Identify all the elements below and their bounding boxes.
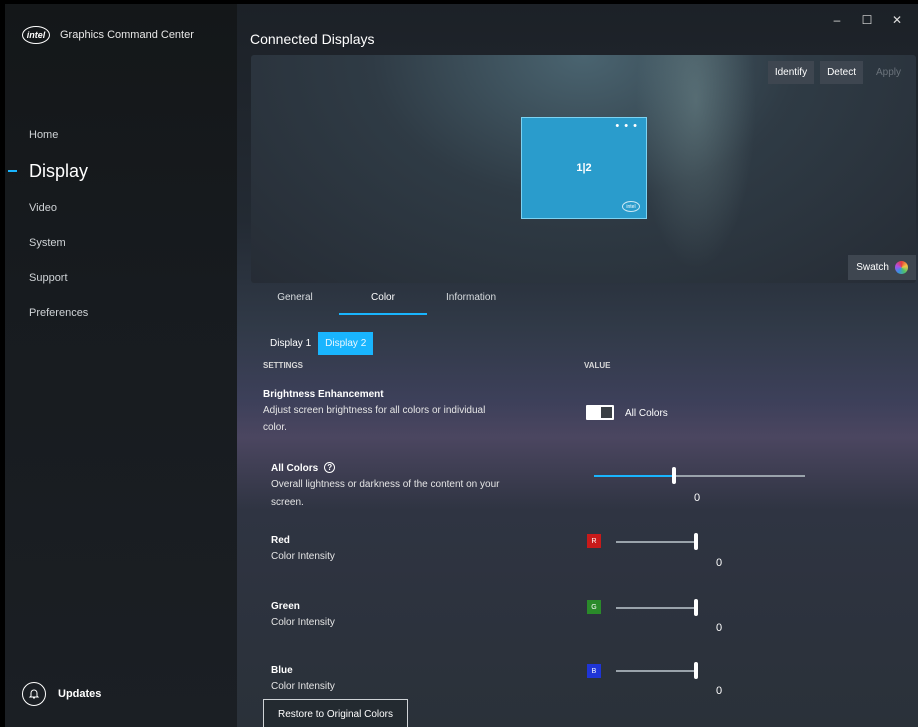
identify-button[interactable]: Identify: [767, 61, 815, 84]
red-slider-thumb[interactable]: [694, 533, 698, 550]
green-title: Green: [271, 601, 300, 612]
swatch-label: Swatch: [856, 262, 889, 273]
all-colors-toggle-label: All Colors: [625, 408, 668, 419]
sidebar: intel Graphics Command Center Home Displ…: [4, 4, 237, 727]
all-colors-desc-1: Overall lightness or darkness of the con…: [271, 479, 500, 490]
red-slider[interactable]: [616, 533, 698, 550]
tab-color[interactable]: Color: [339, 292, 427, 315]
window-controls: – ☐ ✕: [822, 10, 912, 30]
subtab-display-2[interactable]: Display 2: [318, 332, 374, 355]
green-slider[interactable]: [616, 599, 698, 616]
subtab-display-1[interactable]: Display 1: [263, 332, 318, 355]
all-colors-toggle[interactable]: [586, 405, 614, 420]
brightness-title: Brightness Enhancement: [263, 389, 384, 400]
preview-actions: Identify Detect Apply: [767, 61, 908, 84]
all-colors-slider-thumb[interactable]: [672, 467, 676, 484]
tab-information[interactable]: Information: [427, 292, 515, 315]
all-colors-title-text: All Colors: [271, 463, 319, 474]
tab-bar: General Color Information: [251, 292, 515, 315]
brightness-desc-2: color.: [263, 422, 287, 433]
app-window: intel Graphics Command Center Home Displ…: [4, 4, 918, 727]
close-button[interactable]: ✕: [882, 10, 912, 30]
blue-slider-thumb[interactable]: [694, 662, 698, 679]
help-icon[interactable]: ?: [324, 462, 336, 473]
all-colors-title: All Colors?: [271, 462, 336, 474]
green-chip-icon: G: [587, 600, 601, 614]
sidebar-item-home[interactable]: Home: [4, 117, 237, 152]
sidebar-item-preferences[interactable]: Preferences: [4, 295, 237, 330]
red-value: 0: [716, 557, 723, 569]
blue-chip-icon: B: [587, 664, 601, 678]
detect-button[interactable]: Detect: [820, 61, 863, 84]
sidebar-item-system[interactable]: System: [4, 225, 237, 260]
brand: intel Graphics Command Center: [22, 26, 194, 44]
red-chip-icon: R: [587, 534, 601, 548]
green-value: 0: [716, 622, 723, 634]
sidebar-item-video[interactable]: Video: [4, 190, 237, 225]
page-title: Connected Displays: [250, 31, 375, 47]
maximize-button[interactable]: ☐: [852, 10, 882, 30]
blue-subtitle: Color Intensity: [271, 681, 335, 692]
minimize-button[interactable]: –: [822, 10, 852, 30]
green-slider-thumb[interactable]: [694, 599, 698, 616]
swatch-button[interactable]: Swatch: [848, 255, 916, 280]
blue-slider[interactable]: [616, 662, 698, 679]
settings-column-header: SETTINGS: [263, 361, 304, 370]
restore-original-colors-button[interactable]: Restore to Original Colors: [263, 699, 408, 727]
red-title: Red: [271, 535, 290, 546]
sidebar-item-support[interactable]: Support: [4, 260, 237, 295]
value-column-header: VALUE: [584, 361, 611, 370]
updates-button[interactable]: Updates: [22, 682, 101, 706]
app-title: Graphics Command Center: [60, 29, 194, 41]
intel-badge-icon: intel: [622, 201, 640, 212]
brightness-desc-1: Adjust screen brightness for all colors …: [263, 405, 486, 416]
monitor-label: 1|2: [576, 162, 592, 174]
monitor-tile[interactable]: • • • 1|2 intel: [521, 117, 647, 219]
green-subtitle: Color Intensity: [271, 617, 335, 628]
more-options-icon[interactable]: • • •: [615, 120, 638, 132]
blue-value: 0: [716, 685, 723, 697]
all-colors-desc-2: screen.: [271, 497, 304, 508]
sidebar-item-display[interactable]: Display: [4, 152, 237, 190]
sidebar-nav: Home Display Video System Support Prefer…: [4, 117, 237, 330]
all-colors-slider-fill: [594, 475, 674, 477]
blue-title: Blue: [271, 665, 293, 676]
all-colors-slider[interactable]: [594, 467, 805, 484]
display-preview: Identify Detect Apply • • • 1|2 intel Sw…: [251, 55, 916, 283]
intel-logo-icon: intel: [22, 26, 50, 44]
tab-general[interactable]: General: [251, 292, 339, 315]
color-wheel-icon: [895, 261, 908, 274]
apply-button[interactable]: Apply: [869, 61, 908, 84]
red-subtitle: Color Intensity: [271, 551, 335, 562]
bell-icon: [22, 682, 46, 706]
updates-label: Updates: [58, 688, 102, 700]
all-colors-value: 0: [694, 492, 701, 504]
display-selector: Display 1 Display 2: [263, 332, 374, 355]
